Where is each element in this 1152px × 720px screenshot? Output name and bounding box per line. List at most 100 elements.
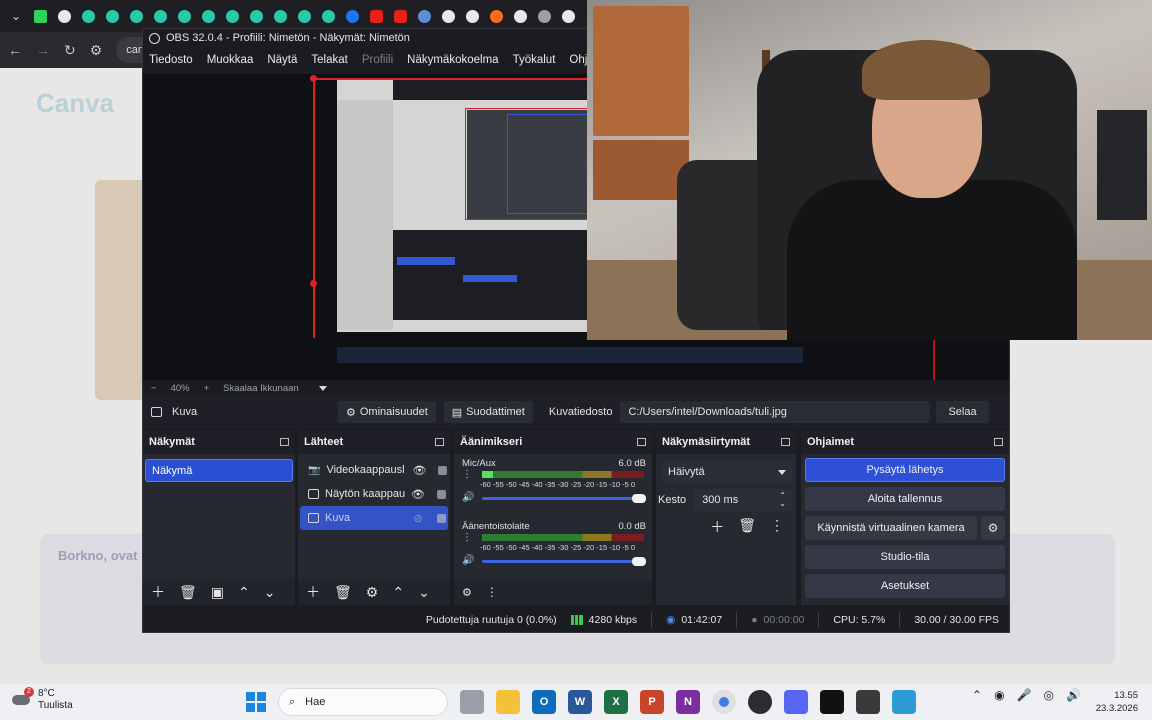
virtual-camera-settings-gear-icon[interactable]: ⚙ [981, 516, 1005, 540]
undock-icon[interactable] [637, 438, 646, 446]
menu-nayta[interactable]: Näytä [267, 54, 297, 66]
settings-button[interactable]: Asetukset [805, 574, 1005, 598]
scale-mode-label[interactable]: Skaalaa Ikkunaan [223, 383, 299, 394]
tab-favicon-google[interactable] [436, 4, 460, 28]
visibility-eye-icon[interactable]: 👁 [411, 488, 425, 501]
tab-favicon-heart[interactable] [268, 4, 292, 28]
remove-source-icon[interactable]: 🗑 [334, 584, 352, 601]
remove-transition-icon[interactable]: 🗑 [738, 517, 756, 537]
fader-knob[interactable] [632, 557, 646, 566]
outlook-icon[interactable]: O [532, 690, 556, 714]
advanced-audio-gear-icon[interactable]: ⚙ [462, 586, 472, 599]
stop-streaming-button[interactable]: Pysäytä lähetys [805, 458, 1005, 482]
tab-favicon-heart[interactable] [124, 4, 148, 28]
undock-icon[interactable] [435, 438, 444, 446]
move-up-icon[interactable]: ⌃ [392, 584, 404, 601]
lock-icon[interactable] [437, 513, 446, 523]
browse-button[interactable]: Selaa [936, 401, 989, 423]
selection-bounds[interactable] [310, 75, 613, 338]
channel-menu-icon[interactable]: ⋮ [462, 532, 472, 543]
resize-handle[interactable] [310, 75, 317, 82]
move-down-icon[interactable]: ⌄ [264, 584, 276, 601]
speaker-icon[interactable]: 🔊 [462, 492, 474, 503]
taskbar-clock[interactable]: 13.55 23.3.2026 [1096, 689, 1138, 715]
lock-icon[interactable] [438, 465, 448, 475]
remove-scene-icon[interactable]: 🗑 [179, 584, 197, 601]
properties-button[interactable]: ⚙ Ominaisuudet [338, 401, 436, 423]
microphone-icon[interactable]: 🎤 [1017, 688, 1032, 702]
taskbar-search[interactable]: ⌕ Hae [278, 688, 448, 716]
fader-knob[interactable] [632, 494, 646, 503]
speaker-icon[interactable]: 🔊 [462, 555, 474, 566]
source-item-image[interactable]: Kuva ⊘ [300, 506, 448, 530]
resize-handle[interactable] [310, 280, 317, 287]
back-arrow-icon[interactable]: ← [8, 42, 22, 58]
app-icon[interactable] [856, 690, 880, 714]
tab-favicon-globe[interactable] [412, 4, 436, 28]
tab-favicon-heart[interactable] [244, 4, 268, 28]
tab-favicon-heart[interactable] [148, 4, 172, 28]
network-icon[interactable]: ◎ [1044, 688, 1054, 702]
tab-favicon-google[interactable] [460, 4, 484, 28]
volume-fader[interactable] [482, 557, 646, 566]
volume-icon[interactable]: 🔊 [1066, 688, 1081, 702]
move-up-icon[interactable]: ⌃ [238, 584, 250, 601]
tab-favicon-heart[interactable] [172, 4, 196, 28]
chrome-icon[interactable] [712, 690, 736, 714]
move-down-icon[interactable]: ⌄ [418, 584, 430, 601]
file-explorer-icon[interactable] [496, 690, 520, 714]
tab-favicon-heart[interactable] [316, 4, 340, 28]
spin-arrows-icon[interactable]: ⌃ ⌄ [779, 492, 786, 508]
discord-icon[interactable] [784, 690, 808, 714]
transition-menu-icon[interactable]: ⋮ [770, 517, 784, 537]
tray-app-icon[interactable]: ◉ [994, 688, 1004, 702]
lock-icon[interactable] [437, 489, 446, 499]
word-icon[interactable]: W [568, 690, 592, 714]
volume-fader[interactable] [482, 494, 646, 503]
task-view-icon[interactable] [460, 690, 484, 714]
source-properties-gear-icon[interactable]: ⚙ [366, 584, 379, 601]
menu-tyokalut[interactable]: Työkalut [513, 54, 556, 66]
powerpoint-icon[interactable]: P [640, 690, 664, 714]
source-item-video-capture[interactable]: 📷 Videokaappausl 👁 [300, 458, 448, 482]
duration-spinbox[interactable]: 300 ms ⌃ ⌄ [694, 489, 792, 511]
scale-mode-dropdown-icon[interactable] [318, 385, 327, 391]
tab-favicon-heart[interactable] [196, 4, 220, 28]
add-scene-icon[interactable]: ＋ [151, 582, 165, 602]
add-source-icon[interactable]: ＋ [306, 582, 320, 602]
tray-chevron-up-icon[interactable]: ⌃ [972, 688, 982, 702]
tab-favicon-soundcloud[interactable] [484, 4, 508, 28]
site-info-icon[interactable]: ⚙ [90, 42, 103, 59]
tab-favicon-google[interactable] [52, 4, 76, 28]
source-item-display-capture[interactable]: Näytön kaappau 👁 [300, 482, 448, 506]
zoom-out-button[interactable]: − [151, 383, 157, 394]
tab-favicon-youtube[interactable] [388, 4, 412, 28]
windows-start-icon[interactable] [246, 692, 266, 712]
undock-icon[interactable] [280, 438, 289, 446]
tab-favicon-google[interactable] [508, 4, 532, 28]
capcut-icon[interactable] [820, 690, 844, 714]
start-virtual-camera-button[interactable]: Käynnistä virtuaalinen kamera [805, 516, 977, 540]
notepad-icon[interactable] [892, 690, 916, 714]
reload-icon[interactable]: ↻ [64, 42, 76, 59]
tab-favicon-google[interactable] [556, 4, 580, 28]
start-recording-button[interactable]: Aloita tallennus [805, 487, 1005, 511]
channel-menu-icon[interactable]: ⋮ [462, 469, 472, 480]
tab-favicon-heart[interactable] [100, 4, 124, 28]
mixer-menu-icon[interactable]: ⋮ [486, 585, 498, 599]
scene-item[interactable]: Näkymä [145, 459, 293, 482]
menu-muokkaa[interactable]: Muokkaa [207, 54, 254, 66]
visibility-eye-icon[interactable]: 👁 [412, 464, 426, 477]
tab-menu-chevron-icon[interactable]: ⌄ [4, 4, 28, 28]
tab-favicon-heart[interactable] [76, 4, 100, 28]
tab-favicon-k[interactable] [28, 4, 52, 28]
scene-filters-icon[interactable]: ▣ [211, 584, 224, 601]
menu-nakymakokoelma[interactable]: Näkymäkokoelma [407, 54, 498, 66]
menu-profiili[interactable]: Profiili [362, 54, 393, 66]
obs-icon[interactable] [748, 690, 772, 714]
undock-icon[interactable] [994, 438, 1003, 446]
menu-tiedosto[interactable]: Tiedosto [149, 54, 193, 66]
menu-telakat[interactable]: Telakat [311, 54, 347, 66]
excel-icon[interactable]: X [604, 690, 628, 714]
onenote-icon[interactable]: N [676, 690, 700, 714]
